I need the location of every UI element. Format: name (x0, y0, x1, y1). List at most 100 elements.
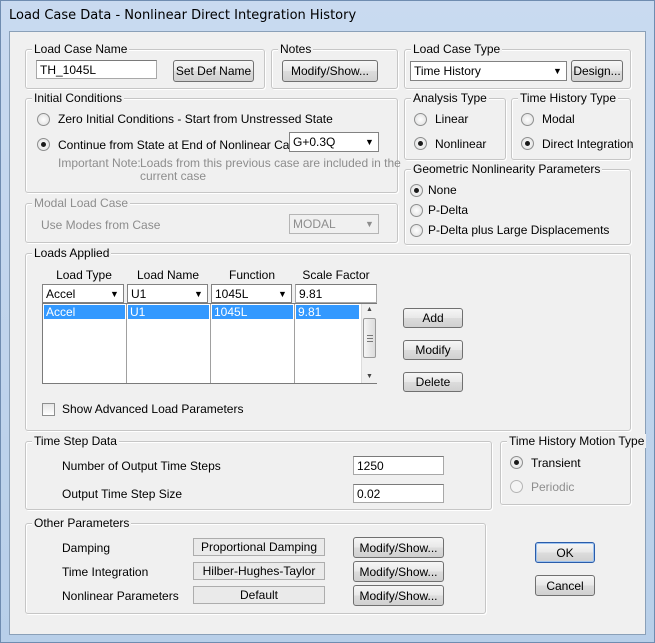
dialog-window: Load Case Data - Nonlinear Direct Integr… (0, 0, 655, 643)
list-cell-scale-factor[interactable]: 9.81 (296, 305, 359, 319)
load-type-select[interactable]: Accel ▼ (42, 284, 124, 303)
list-col-function: 1045L (211, 304, 295, 383)
modify-load-button[interactable]: Modify (403, 340, 463, 360)
list-col-load-type: Accel (43, 304, 127, 383)
loads-list[interactable]: Accel U1 1045L 9.81 ▲ ▼ (42, 303, 377, 384)
chevron-down-icon[interactable]: ▼ (275, 286, 290, 301)
damping-value: Proportional Damping (193, 538, 325, 556)
important-note-line2: current case (140, 169, 207, 183)
other-parameters-legend: Other Parameters (32, 516, 132, 530)
time-integration-modify-show-button[interactable]: Modify/Show... (353, 561, 444, 582)
continue-from-state-radio[interactable] (37, 138, 50, 151)
nonlinear-label: Nonlinear (435, 137, 487, 151)
load-name-value: U1 (131, 287, 147, 301)
modal-radio[interactable] (521, 113, 534, 126)
list-col-scale-factor: 9.81 (295, 304, 361, 383)
zero-initial-conditions-radio[interactable] (37, 113, 50, 126)
periodic-radio[interactable] (510, 480, 523, 493)
load-name-select[interactable]: U1 ▼ (127, 284, 208, 303)
function-value: 1045L (215, 287, 249, 301)
list-col-load-name: U1 (127, 304, 211, 383)
loads-list-scrollbar[interactable]: ▲ ▼ (361, 304, 377, 383)
chevron-down-icon[interactable]: ▼ (550, 63, 565, 79)
list-cell-load-name[interactable]: U1 (128, 305, 209, 319)
modal-case-select[interactable]: MODAL ▼ (289, 214, 379, 234)
linear-label: Linear (435, 112, 469, 126)
scroll-thumb[interactable] (363, 318, 376, 358)
damping-modify-show-button[interactable]: Modify/Show... (353, 537, 444, 558)
nonlinear-parameters-modify-show-button[interactable]: Modify/Show... (353, 585, 444, 606)
use-modes-label: Use Modes from Case (41, 218, 161, 232)
nonlinear-parameters-value: Default (193, 586, 325, 604)
nonlinear-radio[interactable] (414, 137, 427, 150)
step-size-input[interactable]: 0.02 (353, 484, 444, 503)
col-header-scale-factor: Scale Factor (302, 268, 370, 282)
col-header-function: Function (228, 268, 276, 282)
nonlinear-parameters-label: Nonlinear Parameters (62, 589, 179, 603)
continue-from-state-label: Continue from State at End of Nonlinear … (58, 138, 303, 152)
scroll-up-icon[interactable]: ▲ (362, 304, 377, 316)
notes-legend: Notes (278, 42, 314, 56)
add-load-button[interactable]: Add (403, 308, 463, 328)
geometric-nonlinearity-legend: Geometric Nonlinearity Parameters (411, 162, 603, 176)
chevron-down-icon[interactable]: ▼ (191, 286, 206, 301)
geometric-pdelta-radio[interactable] (410, 204, 423, 217)
geometric-none-radio[interactable] (410, 184, 423, 197)
chevron-down-icon[interactable]: ▼ (362, 216, 377, 232)
transient-radio[interactable] (510, 456, 523, 469)
analysis-type-legend: Analysis Type (411, 91, 489, 105)
notes-modify-show-button[interactable]: Modify/Show... (282, 60, 378, 82)
load-case-type-value: Time History (414, 64, 481, 78)
continue-case-select[interactable]: G+0.3Q ▼ (289, 132, 379, 152)
continue-case-value: G+0.3Q (293, 135, 336, 149)
periodic-label: Periodic (531, 480, 575, 494)
load-case-name-legend: Load Case Name (32, 42, 130, 56)
transient-label: Transient (531, 456, 581, 470)
col-header-load-name: Load Name (136, 268, 200, 282)
show-advanced-label: Show Advanced Load Parameters (62, 402, 244, 416)
output-steps-label: Number of Output Time Steps (62, 459, 221, 473)
chevron-down-icon[interactable]: ▼ (107, 286, 122, 301)
delete-load-button[interactable]: Delete (403, 372, 463, 392)
time-integration-value: Hilber-Hughes-Taylor (193, 562, 325, 580)
list-cell-function[interactable]: 1045L (212, 305, 293, 319)
function-select[interactable]: 1045L ▼ (211, 284, 292, 303)
motion-type-group: Time History Motion Type (500, 434, 647, 505)
modal-label: Modal (542, 112, 575, 126)
ok-button[interactable]: OK (535, 542, 595, 563)
geometric-none-label: None (428, 183, 457, 197)
loads-applied-legend: Loads Applied (32, 246, 112, 260)
load-case-name-input[interactable]: TH_1045L (36, 60, 157, 79)
zero-initial-conditions-label: Zero Initial Conditions - Start from Uns… (58, 112, 333, 126)
geometric-pdelta-large-radio[interactable] (410, 224, 423, 237)
modal-load-case-legend: Modal Load Case (32, 196, 131, 210)
direct-integration-radio[interactable] (521, 137, 534, 150)
output-steps-input[interactable]: 1250 (353, 456, 444, 475)
set-def-name-button[interactable]: Set Def Name (173, 60, 254, 82)
load-case-type-legend: Load Case Type (411, 42, 503, 56)
modal-case-value: MODAL (293, 217, 336, 231)
important-note-line1: Loads from this previous case are includ… (140, 156, 401, 170)
load-case-type-select[interactable]: Time History ▼ (410, 61, 567, 81)
scale-factor-input[interactable]: 9.81 (295, 284, 377, 303)
cancel-button[interactable]: Cancel (535, 575, 595, 596)
important-note-label: Important Note: (58, 156, 141, 170)
geometric-pdelta-label: P-Delta (428, 203, 469, 217)
linear-radio[interactable] (414, 113, 427, 126)
show-advanced-checkbox[interactable] (42, 403, 55, 416)
initial-conditions-legend: Initial Conditions (32, 91, 125, 105)
time-integration-label: Time Integration (62, 565, 149, 579)
load-type-value: Accel (46, 287, 76, 301)
step-size-label: Output Time Step Size (62, 487, 183, 501)
direct-integration-label: Direct Integration (542, 137, 634, 151)
window-title: Load Case Data - Nonlinear Direct Integr… (9, 8, 357, 23)
time-history-type-legend: Time History Type (518, 91, 619, 105)
col-header-load-type: Load Type (56, 268, 112, 282)
dialog-client: Load Case Name TH_1045L Set Def Name Not… (9, 31, 647, 635)
list-cell-load-type[interactable]: Accel (44, 305, 125, 319)
geometric-pdelta-large-label: P-Delta plus Large Displacements (428, 223, 610, 237)
design-button[interactable]: Design... (571, 60, 623, 82)
scroll-down-icon[interactable]: ▼ (362, 371, 377, 383)
damping-label: Damping (62, 541, 111, 555)
chevron-down-icon[interactable]: ▼ (362, 134, 377, 150)
